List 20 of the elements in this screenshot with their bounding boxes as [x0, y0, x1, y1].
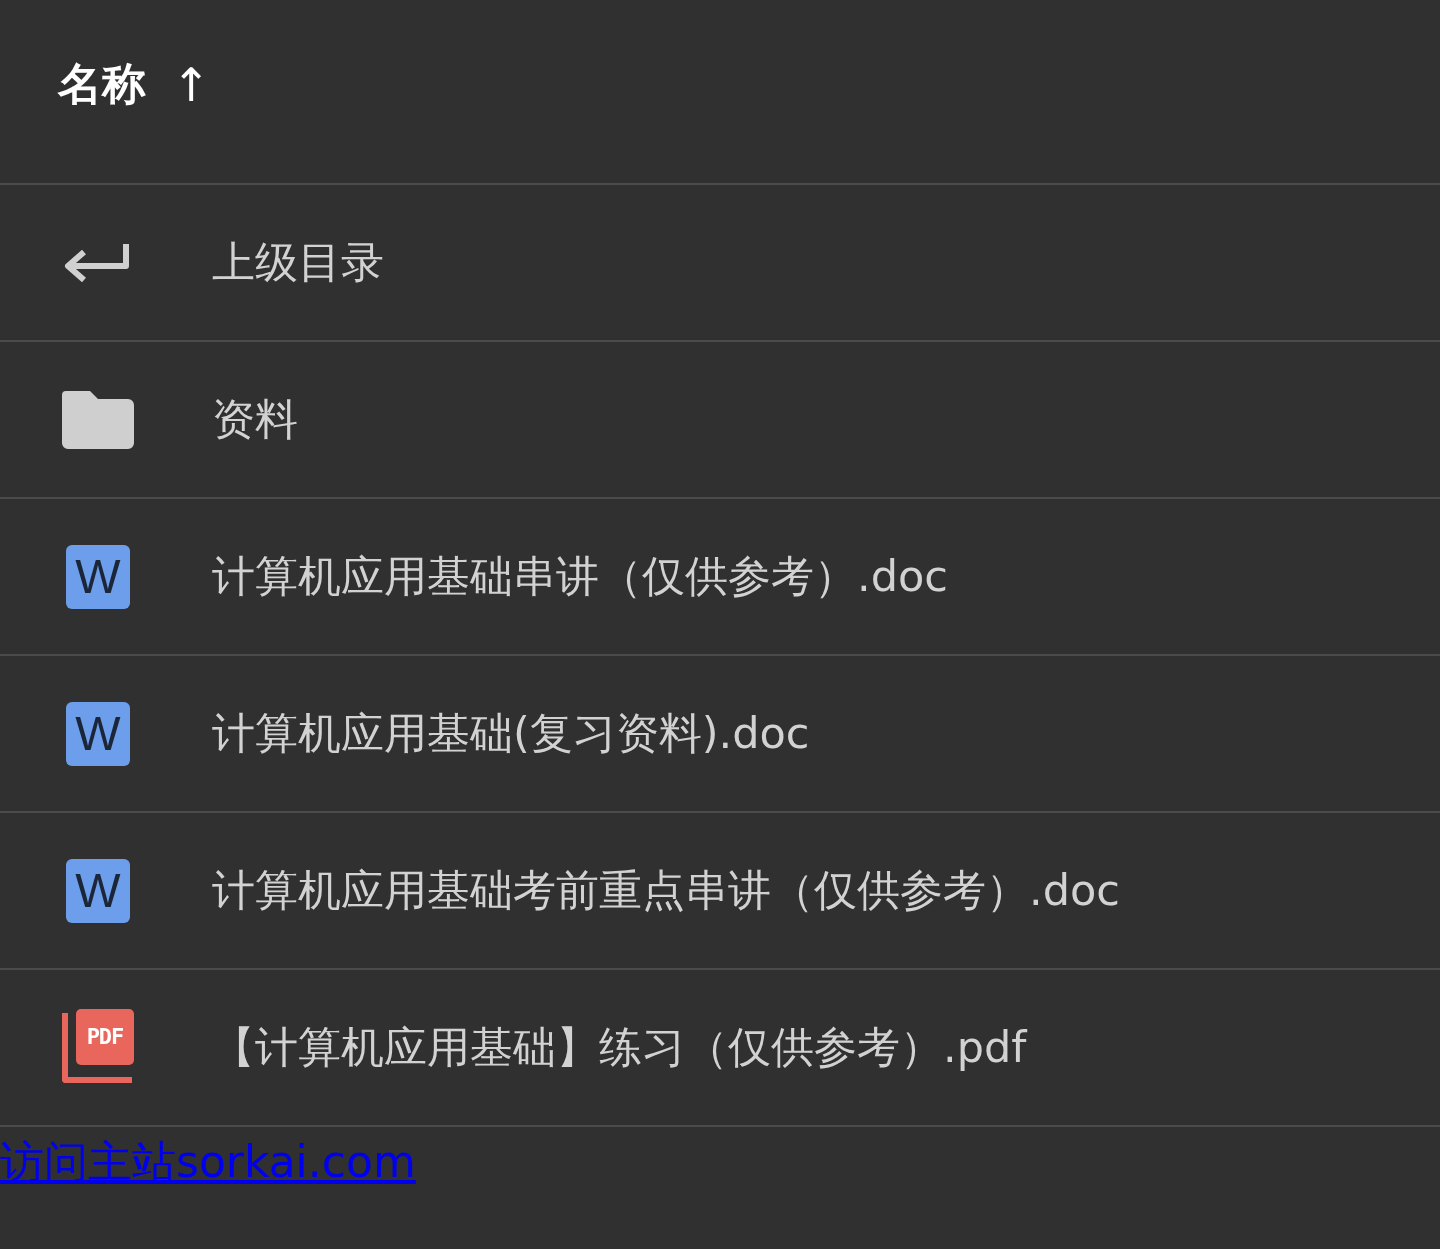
- file-name: 计算机应用基础串讲（仅供参考）.doc: [212, 549, 948, 603]
- file-name: 计算机应用基础考前重点串讲（仅供参考）.doc: [212, 863, 1120, 917]
- file-name: 计算机应用基础(复习资料).doc: [212, 706, 810, 760]
- word-icon: W: [66, 544, 130, 609]
- file-row[interactable]: 资料: [0, 342, 1440, 499]
- word-icon: W: [66, 701, 130, 766]
- column-header[interactable]: 名称 ↑: [0, 0, 1440, 185]
- file-row[interactable]: W 计算机应用基础串讲（仅供参考）.doc: [0, 499, 1440, 656]
- file-name: 资料: [212, 392, 298, 446]
- back-arrow-icon: [62, 241, 130, 284]
- file-name: 【计算机应用基础】练习（仅供参考）.pdf: [212, 1020, 1027, 1074]
- file-name: 上级目录: [212, 235, 384, 289]
- folder-icon: [62, 390, 134, 449]
- file-row[interactable]: PDF 【计算机应用基础】练习（仅供参考）.pdf: [0, 970, 1440, 1127]
- file-row[interactable]: 上级目录: [0, 185, 1440, 342]
- file-row[interactable]: W 计算机应用基础(复习资料).doc: [0, 656, 1440, 813]
- file-row[interactable]: W 计算机应用基础考前重点串讲（仅供参考）.doc: [0, 813, 1440, 970]
- word-icon: W: [66, 858, 130, 923]
- sort-arrow: ↑: [172, 57, 211, 112]
- name-column-label: 名称: [58, 57, 146, 111]
